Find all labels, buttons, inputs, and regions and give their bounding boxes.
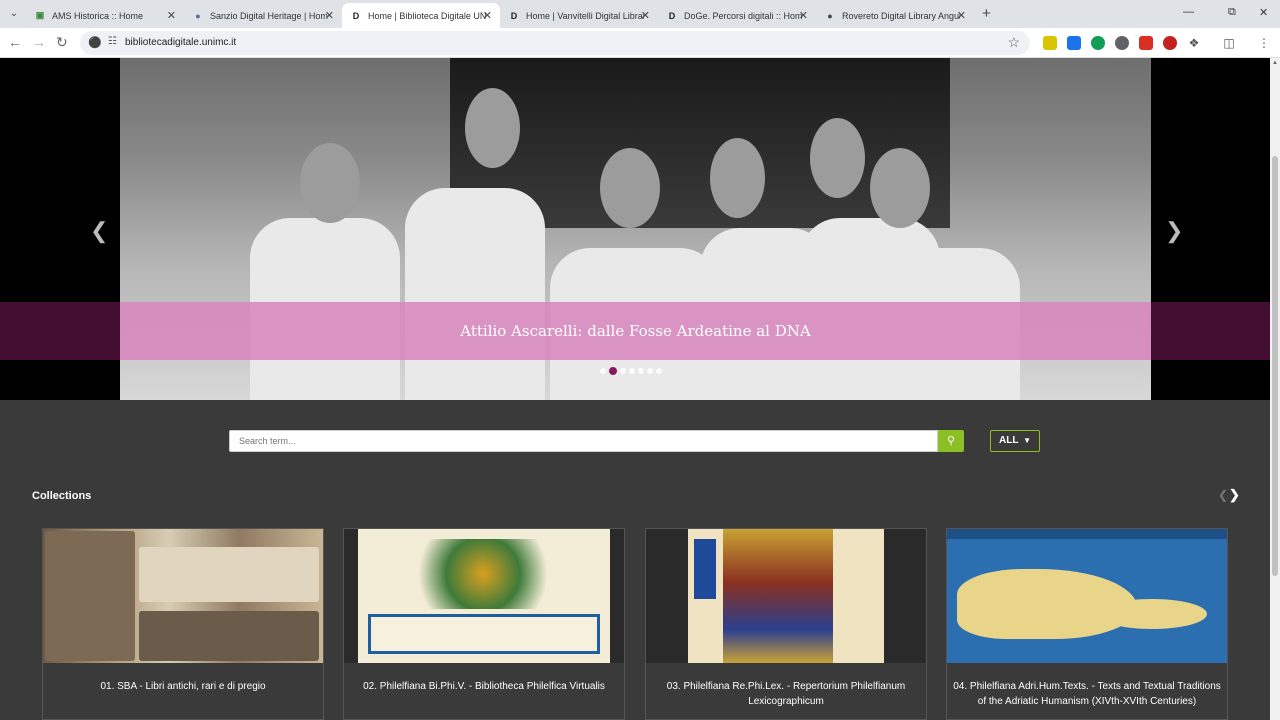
forward-icon[interactable]: → xyxy=(32,34,46,50)
carousel-prev-icon[interactable]: ❮ xyxy=(90,218,108,244)
tab-sanzio[interactable]: ● Sanzio Digital Heritage | Home ✕ xyxy=(184,3,342,28)
restore-icon[interactable]: ⧉ xyxy=(1228,6,1236,19)
scroll-up-icon[interactable]: ▲ xyxy=(1272,60,1278,66)
extension-icon[interactable] xyxy=(1115,36,1129,50)
collection-title[interactable]: 02. Philelfiana Bi.Phi.V. - Bibliotheca … xyxy=(346,679,622,694)
manuscript-image xyxy=(688,529,884,663)
map-image xyxy=(947,529,1227,663)
tab-ams-historica[interactable]: ▣ AMS Historica :: Home ✕ xyxy=(26,3,184,28)
manuscript-image xyxy=(358,529,610,663)
tab-strip: ⌄ ▣ AMS Historica :: Home ✕ ● Sanzio Dig… xyxy=(0,0,1280,28)
photo-figure xyxy=(710,138,765,218)
collection-thumbnail xyxy=(43,529,323,663)
close-tab-icon[interactable]: ✕ xyxy=(957,9,966,22)
tab-doge[interactable]: D DoGe. Percorsi digitali :: Home ✕ xyxy=(658,3,816,28)
filter-dropdown[interactable]: ALL ▼ xyxy=(990,430,1040,452)
collections-next-icon[interactable]: ❯ xyxy=(1229,487,1240,503)
books-image xyxy=(43,529,323,663)
address-toolbar: ← → ↻ ⚫ ☷ bibliotecadigitale.unimc.it ☆ … xyxy=(0,28,1280,58)
url-text[interactable]: bibliotecadigitale.unimc.it xyxy=(125,37,236,48)
collections-prev-icon[interactable]: ❮ xyxy=(1218,488,1228,502)
collection-thumbnail xyxy=(947,529,1227,663)
carousel-dot[interactable] xyxy=(629,368,635,374)
tab-rovereto[interactable]: ● Rovereto Digital Library Angula ✕ xyxy=(816,3,974,28)
sanzio-icon: ● xyxy=(195,10,201,21)
photo-figure xyxy=(870,148,930,228)
tab-vanvitelli[interactable]: D Home | Vanvitelli Digital Library ✕ xyxy=(500,3,658,28)
close-tab-icon[interactable]: ✕ xyxy=(167,9,176,22)
hero-carousel: ❮ ❯ Attilio Ascarelli: dalle Fosse Ardea… xyxy=(0,58,1270,400)
collection-title[interactable]: 03. Philelfiana Re.Phi.Lex. - Repertoriu… xyxy=(648,679,924,709)
carousel-dot[interactable] xyxy=(647,368,653,374)
new-tab-icon[interactable]: + xyxy=(982,5,991,22)
tab-title: DoGe. Percorsi digitali :: Home xyxy=(684,10,802,21)
collection-card[interactable]: 01. SBA - Libri antichi, rari e di pregi… xyxy=(42,528,324,720)
collection-card[interactable]: 02. Philelfiana Bi.Phi.V. - Bibliotheca … xyxy=(343,528,625,720)
close-window-icon[interactable]: ✕ xyxy=(1259,6,1268,19)
close-tab-icon[interactable]: ✕ xyxy=(483,9,492,22)
collection-title[interactable]: 01. SBA - Libri antichi, rari e di pregi… xyxy=(45,679,321,694)
extension-icon[interactable] xyxy=(1091,36,1105,50)
tab-title: Home | Vanvitelli Digital Library xyxy=(526,10,644,21)
slide-caption[interactable]: Attilio Ascarelli: dalle Fosse Ardeatine… xyxy=(120,302,1151,360)
scrollbar-thumb[interactable] xyxy=(1272,156,1278,576)
photo-figure xyxy=(810,118,865,198)
tab-title: Home | Biblioteca Digitale UNI xyxy=(368,10,486,21)
collections-heading: Collections xyxy=(32,490,92,502)
photo-figure xyxy=(300,143,360,223)
tab-title: Sanzio Digital Heritage | Home xyxy=(210,10,328,21)
search-input[interactable] xyxy=(229,430,938,452)
extension-icon[interactable] xyxy=(1043,36,1057,50)
ams-icon: ▣ xyxy=(35,10,45,20)
collection-card[interactable]: 04. Philelfiana Adri.Hum.Texts. - Texts … xyxy=(946,528,1228,720)
kebab-menu-icon[interactable]: ⋮ xyxy=(1257,36,1271,50)
tab-biblioteca-unimc[interactable]: D Home | Biblioteca Digitale UNI ✕ xyxy=(342,3,500,28)
photo-figure xyxy=(600,148,660,228)
tab-title: Rovereto Digital Library Angula xyxy=(842,10,960,21)
photo-figure xyxy=(405,188,545,400)
collection-title[interactable]: 04. Philelfiana Adri.Hum.Texts. - Texts … xyxy=(949,679,1225,709)
carousel-dot[interactable] xyxy=(656,368,662,374)
collection-thumbnail xyxy=(646,529,926,663)
site-settings-icon[interactable]: ☷ xyxy=(108,36,118,48)
puzzle-icon[interactable]: ❖ xyxy=(1187,36,1201,50)
back-icon[interactable]: ← xyxy=(8,34,22,50)
d-logo-icon: D xyxy=(668,10,676,21)
collection-thumbnail xyxy=(344,529,624,663)
globe-icon: ● xyxy=(827,10,833,21)
search-bar: ⚲ xyxy=(229,430,964,452)
close-tab-icon[interactable]: ✕ xyxy=(641,9,650,22)
tab-title: AMS Historica :: Home xyxy=(52,10,144,21)
tab-search-icon[interactable]: ⌄ xyxy=(6,6,22,22)
carousel-indicators xyxy=(600,367,662,375)
reload-icon[interactable]: ↻ xyxy=(56,34,68,51)
extension-icon[interactable] xyxy=(1163,36,1177,50)
extension-icon[interactable] xyxy=(1067,36,1081,50)
page-scrollbar[interactable]: ▲ xyxy=(1270,58,1280,720)
url-field[interactable]: ⚫ ☷ bibliotecadigitale.unimc.it ☆ xyxy=(80,31,1030,55)
page-content: ❮ ❯ Attilio Ascarelli: dalle Fosse Ardea… xyxy=(0,58,1270,720)
d-logo-icon: D xyxy=(352,10,360,21)
caret-down-icon: ▼ xyxy=(1023,436,1031,445)
sidepanel-icon[interactable]: ◫ xyxy=(1222,36,1236,50)
bookmark-star-icon[interactable]: ☆ xyxy=(1007,34,1020,51)
collection-card[interactable]: 03. Philelfiana Re.Phi.Lex. - Repertoriu… xyxy=(645,528,927,720)
carousel-dot-active[interactable] xyxy=(609,367,617,375)
search-button[interactable]: ⚲ xyxy=(938,430,964,452)
carousel-dot[interactable] xyxy=(638,368,644,374)
filter-label: ALL xyxy=(999,435,1019,446)
extension-icon[interactable] xyxy=(1139,36,1153,50)
search-icon: ⚲ xyxy=(946,435,956,447)
carousel-next-icon[interactable]: ❯ xyxy=(1165,218,1183,244)
carousel-dot[interactable] xyxy=(600,368,606,374)
photo-figure xyxy=(465,88,520,168)
carousel-dot[interactable] xyxy=(620,368,626,374)
shield-icon[interactable]: ⚫ xyxy=(88,36,102,49)
minimize-icon[interactable]: — xyxy=(1183,6,1194,18)
d-logo-icon: D xyxy=(510,10,518,21)
close-tab-icon[interactable]: ✕ xyxy=(325,9,334,22)
close-tab-icon[interactable]: ✕ xyxy=(799,9,808,22)
